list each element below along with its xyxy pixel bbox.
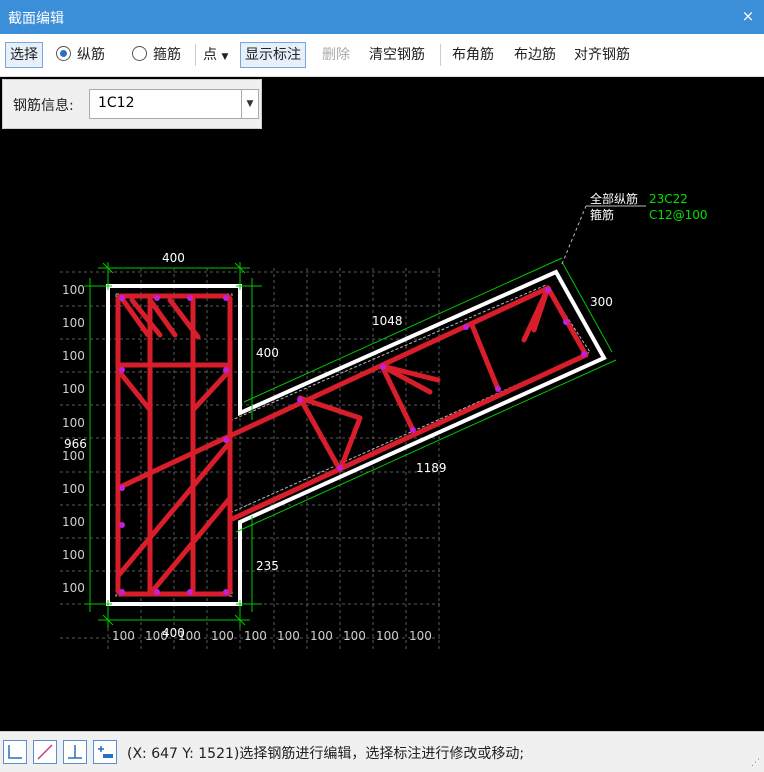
toolbar-divider (440, 44, 441, 66)
svg-text:100: 100 (310, 629, 333, 643)
radio-longitudinal[interactable]: 纵筋 (56, 43, 105, 67)
svg-text:100: 100 (62, 482, 85, 496)
svg-text:100: 100 (409, 629, 432, 643)
svg-text:100: 100 (211, 629, 234, 643)
annotation-all-label: 全部纵筋 (590, 191, 638, 206)
dimension-labels: 400 400 966 400 235 1048 1189 300 (64, 251, 613, 640)
clear-rebar-button[interactable]: 清空钢筋 (369, 43, 425, 67)
chevron-down-icon: ▼ (221, 52, 229, 62)
rebar-info-panel: 钢筋信息: 1C12 ▼ (2, 79, 262, 129)
svg-text:100: 100 (62, 283, 85, 297)
point-snap-icon[interactable] (93, 740, 117, 764)
dim-arm-top: 1048 (372, 314, 403, 328)
svg-text:100: 100 (62, 316, 85, 330)
radio-longitudinal-label: 纵筋 (77, 47, 105, 63)
drawing-canvas[interactable]: 100 100 100 100 100 100 100 100 100 100 100 10… (0, 77, 764, 731)
svg-text:100: 100 (62, 382, 85, 396)
svg-text:100: 100 (376, 629, 399, 643)
svg-text:100: 100 (112, 629, 135, 643)
ortho-icon[interactable] (3, 740, 27, 764)
window-titlebar: 截面编辑 × (0, 0, 764, 34)
edge-rebar-button[interactable]: 布边筋 (514, 43, 556, 67)
dim-bottom: 400 (162, 626, 185, 640)
status-text: (X: 647 Y: 1521)选择钢筋进行编辑，选择标注进行修改或移动; (127, 746, 525, 762)
point-dropdown[interactable]: 点 ▼ (203, 43, 228, 67)
annotation-stirrup-value: C12@100 (649, 208, 708, 222)
point-label: 点 (203, 47, 217, 63)
select-button[interactable]: 选择 (5, 42, 43, 68)
svg-text:100: 100 (343, 629, 366, 643)
perpendicular-icon[interactable] (63, 740, 87, 764)
angle-snap-icon[interactable] (33, 740, 57, 764)
svg-text:100: 100 (244, 629, 267, 643)
close-icon[interactable]: × (738, 6, 758, 26)
svg-text:100: 100 (62, 416, 85, 430)
svg-text:100: 100 (62, 449, 85, 463)
show-dims-button[interactable]: 显示标注 (240, 42, 306, 68)
toolbar-divider (195, 44, 196, 66)
status-bar: (X: 647 Y: 1521)选择钢筋进行编辑，选择标注进行修改或移动; ⋰ (0, 731, 764, 772)
svg-text:100: 100 (62, 349, 85, 363)
rebar-group[interactable] (115, 285, 589, 597)
annotation-leader (561, 205, 587, 265)
delete-button[interactable]: 删除 (322, 43, 350, 67)
rebar-info-value: 1C12 (98, 95, 135, 111)
rebar-info-select[interactable]: 1C12 ▼ (89, 89, 259, 119)
resize-grip-icon[interactable]: ⋰ (751, 758, 760, 768)
dim-top: 400 (162, 251, 185, 265)
rebar-info-label: 钢筋信息: (13, 98, 74, 114)
dim-left: 966 (64, 437, 87, 451)
annotation-stirrup-label: 箍筋 (590, 207, 614, 222)
chevron-down-icon[interactable]: ▼ (241, 90, 258, 118)
svg-text:100: 100 (62, 548, 85, 562)
svg-text:100: 100 (62, 581, 85, 595)
svg-text:100: 100 (277, 629, 300, 643)
toolbar: 选择 纵筋 箍筋 点 ▼ 显示标注 删除 清空钢筋 布角筋 布边筋 对齐钢筋 (0, 34, 764, 77)
radio-on-icon (56, 46, 71, 61)
dim-arm-end: 300 (590, 295, 613, 309)
radio-stirrup-label: 箍筋 (153, 47, 181, 63)
radio-off-icon (132, 46, 147, 61)
svg-text:100: 100 (62, 515, 85, 529)
annotation-all-value: 23C22 (649, 192, 688, 206)
dim-arm-bottom: 1189 (416, 461, 447, 475)
dim-right-lower: 235 (256, 559, 279, 573)
corner-rebar-button[interactable]: 布角筋 (452, 43, 494, 67)
section-drawing[interactable]: 100 100 100 100 100 100 100 100 100 100 100 10… (0, 77, 764, 731)
window-title: 截面编辑 (8, 11, 64, 27)
radio-stirrup[interactable]: 箍筋 (132, 43, 181, 67)
align-rebar-button[interactable]: 对齐钢筋 (574, 43, 630, 67)
dim-right-upper: 400 (256, 346, 279, 360)
